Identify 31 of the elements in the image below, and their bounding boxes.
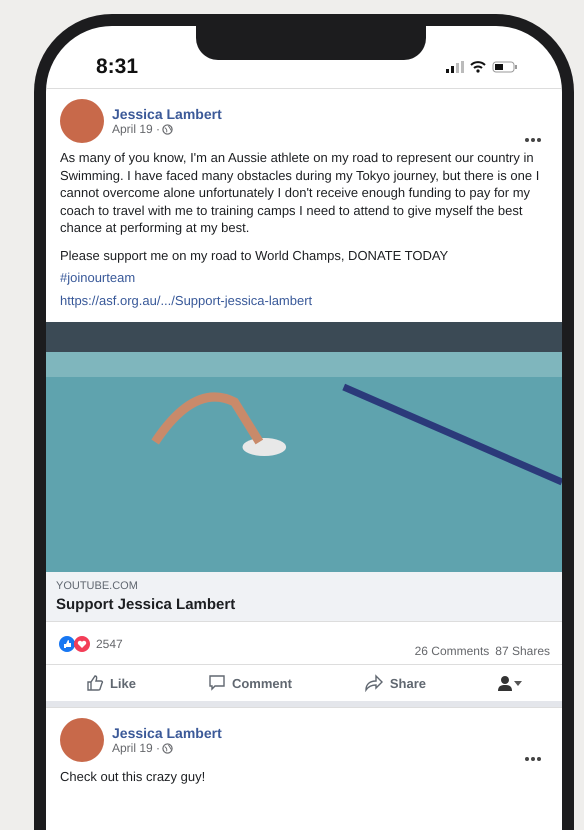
- url-link[interactable]: https://asf.org.au/.../Support-jessica-lambert: [46, 291, 562, 314]
- hashtag-link[interactable]: #joinourteam: [46, 268, 562, 292]
- avatar: [60, 718, 104, 762]
- link-title[interactable]: Support Jessica Lambert: [56, 596, 552, 614]
- comment-button[interactable]: Comment: [202, 673, 298, 694]
- battery-icon: [492, 61, 518, 73]
- person-icon: [498, 675, 512, 692]
- avatar: [60, 99, 104, 143]
- share-button[interactable]: Share: [358, 673, 432, 694]
- more-options-icon[interactable]: [524, 756, 542, 762]
- more-options-icon[interactable]: [524, 137, 542, 143]
- post-date: April 19 ·: [112, 122, 160, 136]
- post-date: April 19 ·: [112, 741, 160, 756]
- comment-count[interactable]: 26 Comments: [414, 644, 490, 658]
- reaction-icons: [58, 635, 92, 654]
- author-name[interactable]: Jessica Lambert: [112, 725, 516, 742]
- like-button[interactable]: Like: [80, 673, 142, 694]
- author-name[interactable]: Jessica Lambert: [112, 106, 516, 122]
- share-arrow-icon: [364, 674, 384, 692]
- signal-icon: [446, 61, 464, 73]
- wifi-icon: [470, 61, 486, 73]
- share-count[interactable]: 87 Shares: [495, 644, 550, 658]
- link-source: YOUTUBE.COM: [56, 580, 139, 592]
- thumbs-up-icon: [86, 674, 104, 692]
- speech-bubble-icon: [208, 674, 226, 692]
- post-text: Please support me on my road to World Champs, DONATE TODAY: [59, 246, 450, 264]
- post-text: Check out this crazy guy!: [59, 768, 206, 786]
- status-time: 8:31: [96, 55, 138, 79]
- caret-icon: [514, 680, 522, 686]
- reaction-count: 2547: [96, 637, 123, 652]
- post-text: As many of you know, I'm an Aussie athlete on my road to represent our country in Swimming. I have faced many obstacles during my Tokyo journey, but there is one I cannot overcome alone unfortunately I don't receive enough funding to pay for my coach to travel with me to training camps I need to attend to give myself the best chance at performing at my best.: [59, 149, 540, 237]
